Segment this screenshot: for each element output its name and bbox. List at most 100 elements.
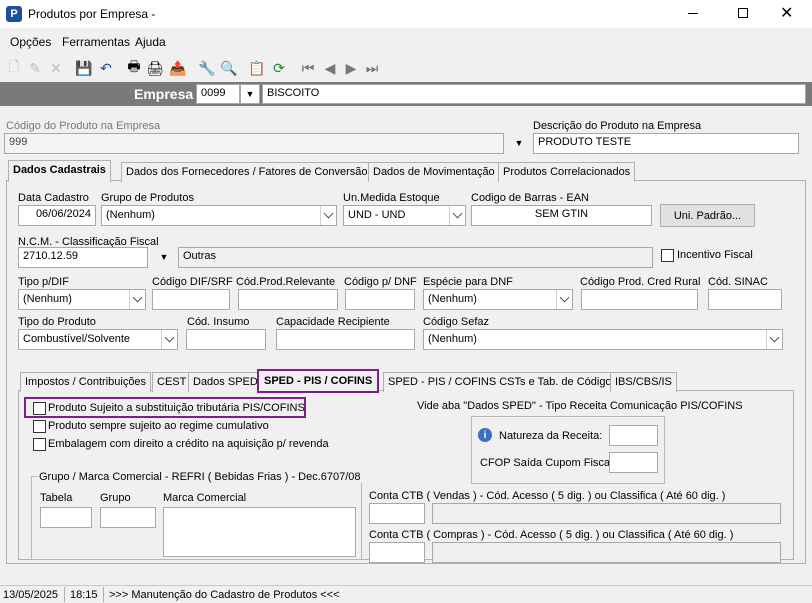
ncm-field[interactable]: 2710.12.59 xyxy=(18,247,148,268)
data-cadastro-field[interactable]: 06/06/2024 xyxy=(18,205,96,226)
cod-relevante-field[interactable] xyxy=(238,289,338,310)
window-title: Produtos por Empresa - xyxy=(28,7,156,21)
tipo-produto-label: Tipo do Produto xyxy=(18,316,96,328)
codigo-produto-dropdown[interactable]: ▼ xyxy=(508,133,530,154)
embalagem-checkbox[interactable] xyxy=(33,438,46,451)
undo-icon[interactable]: ↶ xyxy=(96,57,116,79)
sinac-label: Cód. SINAC xyxy=(708,276,768,288)
chevron-down-icon xyxy=(766,330,782,349)
capacidade-label: Capacidade Recipiente xyxy=(276,316,390,328)
menu-ferramentas[interactable]: Ferramentas xyxy=(62,35,130,49)
ctb-vendas-desc-field xyxy=(432,503,781,524)
grupo-marca-title: Grupo / Marca Comercial - REFRI ( Bebida… xyxy=(37,471,363,483)
edit-icon[interactable]: ✎ xyxy=(25,57,45,79)
codigo-dnf-field[interactable] xyxy=(345,289,415,310)
cod-relevante-label: Cód.Prod.Relevante xyxy=(236,276,336,288)
prev-record-icon[interactable]: ◀ xyxy=(320,57,340,79)
ctb-compras-label: Conta CTB ( Compras ) - Cód. Acesso ( 5 … xyxy=(369,529,734,541)
tabela-label: Tabela xyxy=(40,492,73,504)
ctb-compras-desc-field xyxy=(432,542,781,563)
marca-field[interactable] xyxy=(163,507,356,557)
cod-insumo-field[interactable] xyxy=(186,329,266,350)
tipo-dif-select[interactable]: (Nenhum) xyxy=(18,289,146,310)
tab-dados-cadastrais[interactable]: Dados Cadastrais xyxy=(8,160,111,182)
maximize-icon[interactable] xyxy=(738,8,748,18)
menu-ajuda[interactable]: Ajuda xyxy=(135,35,166,49)
embalagem-label: Embalagem com direito a crédito na aquis… xyxy=(48,438,329,450)
status-date: 13/05/2025 xyxy=(3,589,59,601)
unidade-label: Un.Medida Estoque xyxy=(343,192,440,204)
codigo-dif-label: Código DIF/SRF xyxy=(152,276,233,288)
status-divider xyxy=(64,587,65,602)
cred-rural-label: Código Prod. Cred Rural xyxy=(580,276,701,288)
refresh-icon[interactable]: ⟳ xyxy=(269,57,289,79)
tab-produtos-correlacionados[interactable]: Produtos Correlacionados xyxy=(498,162,636,182)
ctb-vendas-label: Conta CTB ( Vendas ) - Cód. Acesso ( 5 d… xyxy=(369,490,726,502)
ncm-description-field: Outras xyxy=(178,247,653,268)
vide-text: Vide aba "Dados SPED" - Tipo Receita Com… xyxy=(417,400,743,412)
codigo-produto-field[interactable]: 999 xyxy=(4,133,504,154)
incentivo-fiscal-label: Incentivo Fiscal xyxy=(677,249,753,261)
incentivo-fiscal-checkbox[interactable] xyxy=(661,249,674,262)
ctb-vendas-code-field[interactable] xyxy=(369,503,425,524)
descricao-produto-field[interactable]: PRODUTO TESTE xyxy=(533,133,799,154)
status-time: 18:15 xyxy=(70,589,98,601)
tipo-dif-label: Tipo p/DIF xyxy=(18,276,69,288)
chevron-down-icon xyxy=(129,290,145,309)
empresa-dropdown[interactable]: ▼ xyxy=(240,84,260,104)
sefaz-label: Código Sefaz xyxy=(423,316,490,328)
first-record-icon[interactable]: ⏮ xyxy=(298,57,318,79)
tabela-field[interactable] xyxy=(40,507,92,528)
empresa-code-field[interactable]: 0099 xyxy=(196,84,240,104)
unidade-select[interactable]: UND - UND xyxy=(343,205,466,226)
subtab-impostos[interactable]: Impostos / Contribuições xyxy=(20,372,152,392)
cred-rural-field[interactable] xyxy=(581,289,698,310)
regime-cumulativo-checkbox[interactable] xyxy=(33,420,46,433)
natureza-label: Natureza da Receita: xyxy=(499,430,603,442)
uni-padrao-button[interactable]: Uni. Padrão... xyxy=(660,204,755,227)
print-icon[interactable]: 🖶 xyxy=(124,57,144,79)
grupo-field[interactable] xyxy=(100,507,156,528)
print-preview-icon[interactable]: 🖨 xyxy=(145,57,165,79)
subtab-sped-pis-cofins[interactable]: SPED - PIS / COFINS xyxy=(257,369,380,393)
chevron-down-icon xyxy=(449,206,465,225)
tab-dados-fornecedores[interactable]: Dados dos Fornecedores / Fatores de Conv… xyxy=(121,162,373,182)
substituicao-checkbox[interactable] xyxy=(33,402,46,415)
subtab-cest[interactable]: CEST xyxy=(152,372,192,392)
minimize-icon[interactable] xyxy=(688,13,698,14)
codigo-dif-field[interactable] xyxy=(152,289,230,310)
ean-field[interactable]: SEM GTIN xyxy=(471,205,652,226)
capacidade-field[interactable] xyxy=(276,329,415,350)
substituicao-label: Produto Sujeito a substituição tributári… xyxy=(48,402,305,414)
ncm-dropdown[interactable]: ▼ xyxy=(152,247,176,268)
menu-opcoes[interactable]: Opções xyxy=(10,35,51,49)
search-icon[interactable]: 🔍 xyxy=(219,57,239,79)
data-cadastro-label: Data Cadastro xyxy=(18,192,89,204)
ean-label: Codigo de Barras - EAN xyxy=(471,192,589,204)
sefaz-select[interactable]: (Nenhum) xyxy=(423,329,783,350)
notes-icon[interactable]: 📋 xyxy=(247,57,267,79)
grupo-produtos-select[interactable]: (Nenhum) xyxy=(101,205,337,226)
status-divider xyxy=(103,587,104,602)
status-message: >>> Manutenção do Cadastro de Produtos <… xyxy=(109,589,340,601)
tipo-produto-select[interactable]: Combustível/Solvente xyxy=(18,329,178,350)
new-icon[interactable]: 🗋 xyxy=(4,57,24,79)
tab-dados-movimentacao[interactable]: Dados de Movimentação xyxy=(368,162,500,182)
chevron-down-icon xyxy=(161,330,177,349)
subtab-sped-csts[interactable]: SPED - PIS / COFINS CSTs e Tab. de Códig… xyxy=(383,372,623,392)
subtab-ibs-cbs[interactable]: IBS/CBS/IS xyxy=(610,372,677,392)
save-icon[interactable]: 💾 xyxy=(74,57,94,79)
ctb-compras-code-field[interactable] xyxy=(369,542,425,563)
natureza-field[interactable] xyxy=(609,425,658,446)
especie-dnf-select[interactable]: (Nenhum) xyxy=(423,289,573,310)
sinac-field[interactable] xyxy=(708,289,782,310)
empresa-label: Empresa xyxy=(134,86,194,102)
cfop-field[interactable] xyxy=(609,452,658,473)
tools-icon[interactable]: 🔧 xyxy=(197,57,217,79)
delete-icon[interactable]: ✕ xyxy=(46,57,66,79)
last-record-icon[interactable]: ⏭ xyxy=(362,57,382,79)
next-record-icon[interactable]: ▶ xyxy=(341,57,361,79)
close-icon[interactable]: ✕ xyxy=(780,3,793,23)
subtab-dados-sped[interactable]: Dados SPED xyxy=(188,372,263,392)
export-icon[interactable]: 📤 xyxy=(168,57,188,79)
